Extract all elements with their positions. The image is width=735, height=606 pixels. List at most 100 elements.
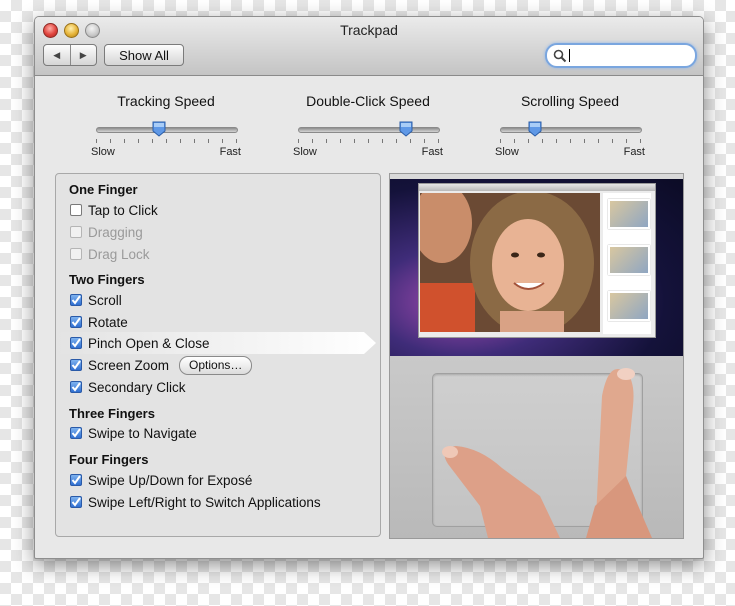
slider-track[interactable]	[298, 127, 440, 133]
slider-tick	[166, 139, 167, 143]
two-fingers-heading: Two Fingers	[69, 272, 145, 287]
slider-knob[interactable]	[528, 121, 542, 137]
option-label: Swipe Up/Down for Exposé	[88, 472, 253, 488]
rotate-checkbox[interactable]	[70, 316, 82, 328]
checkmark-icon	[71, 382, 81, 392]
tap-to-click-checkbox[interactable]	[70, 204, 82, 216]
slider-tick	[340, 139, 341, 143]
option-label: Drag Lock	[88, 246, 150, 262]
window-title: Trackpad	[340, 22, 398, 38]
drag-lock-checkbox	[70, 248, 82, 260]
option-label: Dragging	[88, 224, 143, 240]
screen-zoom-checkbox[interactable]	[70, 359, 82, 371]
slider-track[interactable]	[500, 127, 642, 133]
slider-tick	[598, 139, 599, 143]
forward-button[interactable]: ▶	[69, 45, 97, 65]
preview-thumbnail	[608, 291, 650, 321]
slider-knob[interactable]	[399, 121, 413, 137]
slider-title: Tracking Speed	[117, 93, 215, 109]
slider-tick	[368, 139, 369, 143]
rotate-option[interactable]: Rotate	[70, 313, 128, 331]
slider-tick	[110, 139, 111, 143]
slider-tick	[514, 139, 515, 143]
one-finger-heading: One Finger	[69, 182, 138, 197]
slider-tick	[382, 139, 383, 143]
gesture-preview	[389, 173, 684, 539]
slider-tick	[612, 139, 613, 143]
slider-ticks	[91, 139, 241, 145]
scroll-option[interactable]: Scroll	[70, 291, 122, 309]
slider-track[interactable]	[96, 127, 238, 133]
screen-zoom-options-button[interactable]: Options…	[179, 355, 253, 375]
back-arrow-icon: ◀	[53, 49, 61, 60]
slider-ticks	[495, 139, 645, 145]
checkmark-icon	[71, 497, 81, 507]
secondary-click-checkbox[interactable]	[70, 381, 82, 393]
preview-thumbnail	[608, 199, 650, 229]
slider-tick	[208, 139, 209, 143]
swipe-to-navigate-option[interactable]: Swipe to Navigate	[70, 424, 197, 442]
swipe-left-right-switch-apps-option[interactable]: Swipe Left/Right to Switch Applications	[70, 493, 321, 511]
option-label: Tap to Click	[88, 202, 158, 218]
show-all-button[interactable]: Show All	[104, 44, 184, 66]
slider-tick	[236, 139, 237, 143]
title-bar: Trackpad ◀ ▶ Show All	[35, 17, 703, 76]
forward-arrow-icon: ▶	[79, 49, 87, 60]
swipe-up-down-expose-checkbox[interactable]	[70, 474, 82, 486]
preview-menubar	[390, 174, 683, 179]
trackpad-demo	[390, 356, 683, 538]
slider-min-label: Slow	[91, 146, 115, 158]
option-label: Screen Zoom	[88, 357, 170, 373]
slider-max-label: Fast	[623, 146, 645, 158]
slider-tick	[626, 139, 627, 143]
back-button[interactable]: ◀	[44, 45, 70, 65]
gestures-panel: One Finger Tap to Click Dragging Drag Lo…	[55, 173, 381, 537]
hand-illustration	[442, 368, 652, 538]
slider-tick	[138, 139, 139, 143]
slider-tick	[528, 139, 529, 143]
slider-ticks	[293, 139, 443, 145]
swipe-up-down-expose-option[interactable]: Swipe Up/Down for Exposé	[70, 471, 252, 489]
option-label: Rotate	[88, 314, 128, 330]
dragging-checkbox	[70, 226, 82, 238]
scrolling-speed-slider[interactable]: Scrolling Speed Slow Fast	[495, 93, 645, 158]
secondary-click-option[interactable]: Secondary Click	[70, 378, 186, 396]
search-field[interactable]	[545, 43, 697, 68]
slider-tick	[194, 139, 195, 143]
pinch-open-close-option[interactable]: Pinch Open & Close	[70, 334, 210, 352]
slider-tick	[640, 139, 641, 143]
slider-tick	[312, 139, 313, 143]
option-label: Swipe Left/Right to Switch Applications	[88, 494, 321, 510]
slider-tick	[424, 139, 425, 143]
slider-tick	[542, 139, 543, 143]
preview-thumbnail-column	[603, 193, 651, 334]
tap-to-click-option[interactable]: Tap to Click	[70, 201, 158, 219]
option-label: Secondary Click	[88, 379, 186, 395]
checkmark-icon	[71, 428, 81, 438]
option-label: Scroll	[88, 292, 122, 308]
screen-zoom-option[interactable]: Screen Zoom Options…	[70, 355, 253, 375]
slider-tick	[556, 139, 557, 143]
slider-tick	[354, 139, 355, 143]
checkmark-icon	[71, 338, 81, 348]
scroll-checkbox[interactable]	[70, 294, 82, 306]
double-click-speed-slider[interactable]: Double-Click Speed Slow Fast	[293, 93, 443, 158]
three-fingers-heading: Three Fingers	[69, 406, 155, 421]
slider-title: Double-Click Speed	[306, 93, 430, 109]
tracking-speed-slider[interactable]: Tracking Speed Slow Fast	[91, 93, 241, 158]
preferences-window: Trackpad ◀ ▶ Show All Tracking Speed Slo…	[34, 16, 704, 559]
preview-screen	[390, 174, 683, 356]
portrait-image	[420, 193, 600, 332]
slider-tick	[124, 139, 125, 143]
slider-tick	[96, 139, 97, 143]
swipe-left-right-switch-apps-checkbox[interactable]	[70, 496, 82, 508]
swipe-to-navigate-checkbox[interactable]	[70, 427, 82, 439]
search-icon	[553, 49, 567, 62]
option-label: Pinch Open & Close	[88, 335, 210, 351]
pinch-open-close-checkbox[interactable]	[70, 337, 82, 349]
slider-tick	[152, 139, 153, 143]
slider-title: Scrolling Speed	[520, 93, 620, 109]
slider-min-label: Slow	[293, 146, 317, 158]
four-fingers-heading: Four Fingers	[69, 452, 149, 467]
slider-knob[interactable]	[152, 121, 166, 137]
